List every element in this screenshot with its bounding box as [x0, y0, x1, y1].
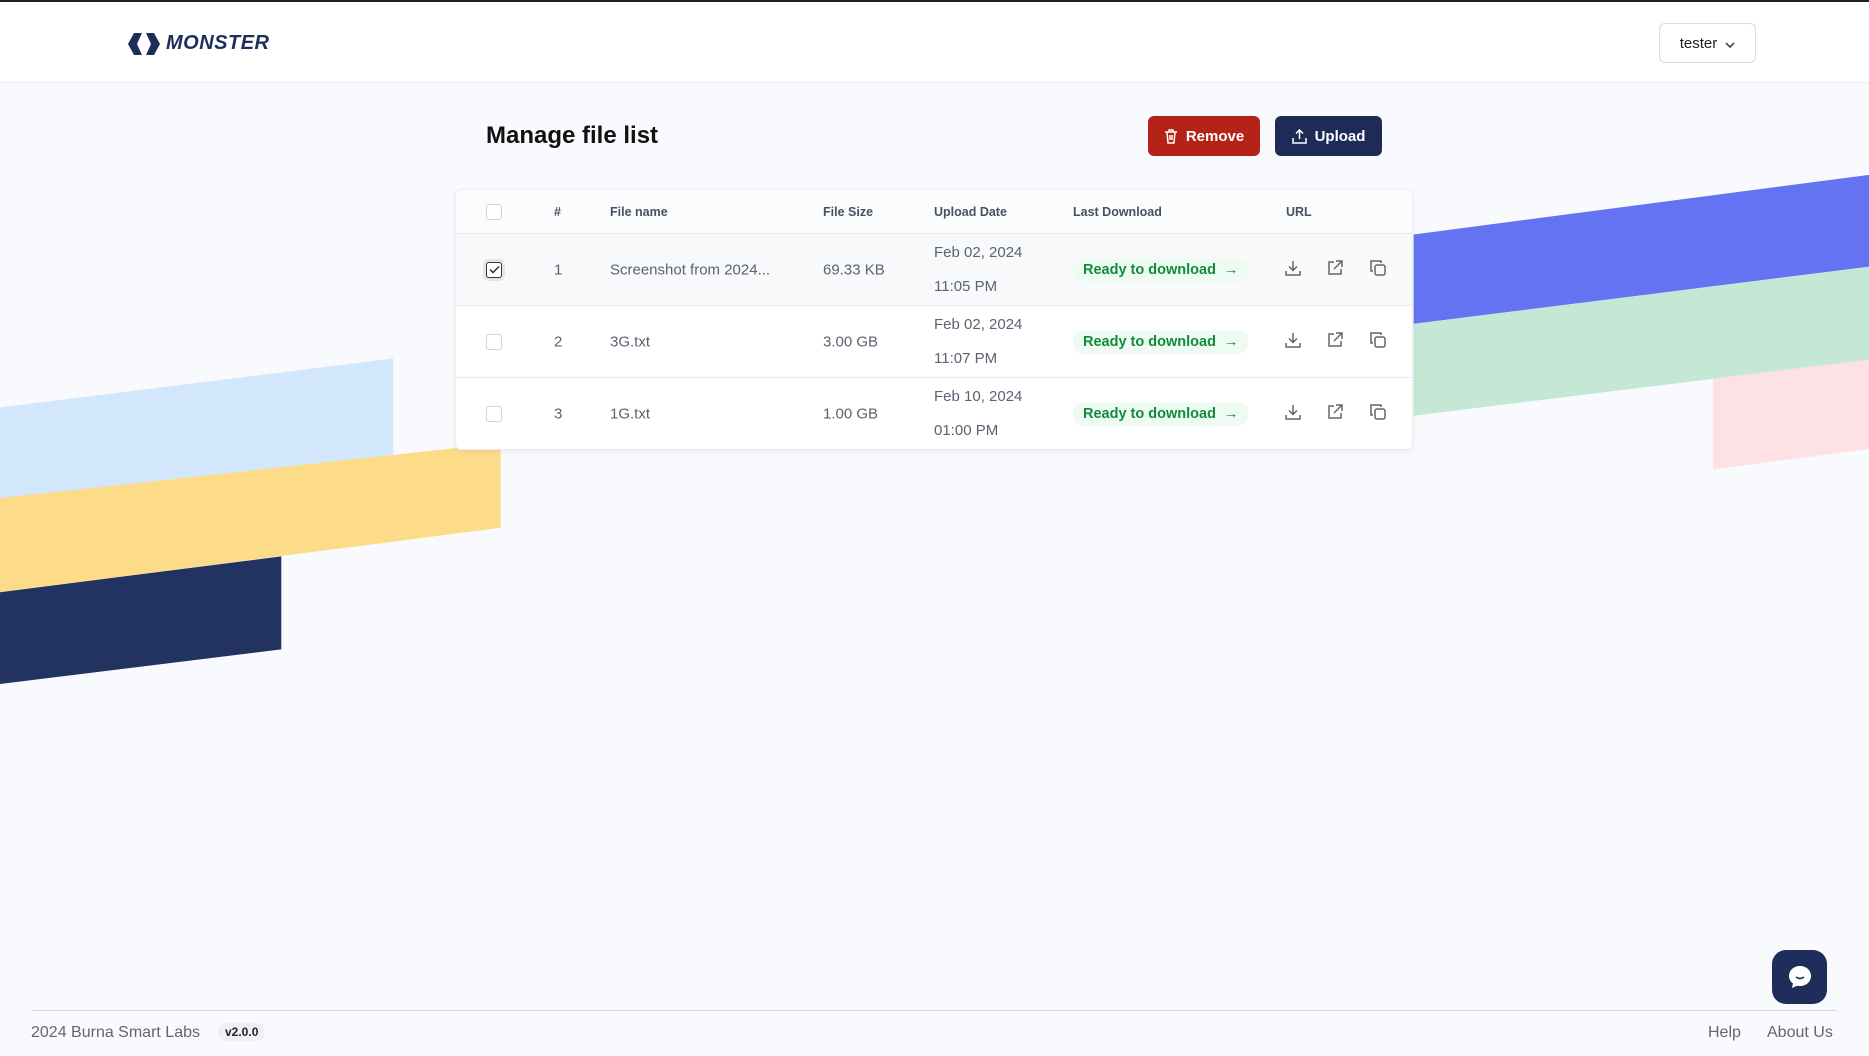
remove-button[interactable]: Remove: [1148, 116, 1260, 156]
table-row: 1 Screenshot from 2024... 69.33 KB Feb 0…: [456, 233, 1412, 305]
status-label: Ready to download: [1083, 333, 1216, 350]
open-external-icon[interactable]: [1326, 331, 1344, 353]
upload-date: Feb 02, 2024 11:05 PM: [934, 236, 1022, 304]
chat-button[interactable]: [1772, 950, 1827, 1004]
copyright: 2024 Burna Smart Labs: [31, 1024, 200, 1041]
table-row: 2 3G.txt 3.00 GB Feb 02, 2024 11:07 PM Re…: [456, 305, 1412, 377]
chevron-down-icon: [1725, 35, 1735, 52]
username: tester: [1679, 34, 1718, 52]
download-status-badge[interactable]: Ready to download →: [1073, 257, 1249, 282]
upload-date-day: Feb 02, 2024: [934, 315, 1023, 333]
header-file-size[interactable]: File Size: [823, 205, 873, 219]
table-row: 3 1G.txt 1.00 GB Feb 10, 2024 01:00 PM Re…: [456, 377, 1412, 449]
row-number: 1: [554, 261, 563, 278]
file-table: # File name File Size Upload Date Last D…: [455, 189, 1413, 450]
top-bar: MONSTER tester: [0, 2, 1869, 83]
brand-logo[interactable]: MONSTER: [128, 32, 270, 55]
user-menu[interactable]: tester: [1659, 23, 1756, 63]
upload-date-time: 11:05 PM: [934, 277, 998, 295]
row-number: 2: [554, 333, 563, 350]
chat-bubble-icon: [1788, 966, 1811, 988]
status-label: Ready to download: [1083, 261, 1216, 278]
brand-name: MONSTER: [166, 32, 270, 54]
upload-date: Feb 02, 2024 11:07 PM: [934, 308, 1022, 376]
upload-date-time: 11:07 PM: [934, 349, 998, 367]
arrow-right-icon: →: [1223, 261, 1239, 278]
row-number: 3: [554, 405, 563, 422]
version-badge: v2.0.0: [218, 1023, 266, 1041]
file-name[interactable]: 3G.txt: [610, 333, 650, 350]
header-last-download: Last Download: [1073, 204, 1162, 219]
help-link[interactable]: Help: [1708, 1024, 1741, 1042]
upload-date: Feb 10, 2024 01:00 PM: [934, 380, 1022, 448]
footer-divider: [31, 1010, 1837, 1011]
file-name[interactable]: 1G.txt: [610, 405, 650, 422]
header-number: #: [554, 204, 561, 219]
remove-label: Remove: [1185, 127, 1245, 145]
row-checkbox[interactable]: [486, 405, 502, 422]
upload-button[interactable]: Upload: [1275, 116, 1382, 156]
row-checkbox[interactable]: [486, 333, 502, 350]
copy-icon[interactable]: [1369, 403, 1387, 425]
copy-icon[interactable]: [1369, 259, 1387, 281]
header-url: URL: [1286, 204, 1312, 219]
download-status-badge[interactable]: Ready to download →: [1073, 401, 1249, 426]
select-all-checkbox[interactable]: [486, 203, 502, 220]
monster-logo-icon: [128, 32, 160, 55]
open-external-icon[interactable]: [1326, 403, 1344, 425]
open-external-icon[interactable]: [1326, 259, 1344, 281]
row-checkbox[interactable]: [486, 261, 502, 278]
copy-icon[interactable]: [1369, 331, 1387, 353]
upload-label: Upload: [1314, 127, 1366, 145]
download-status-badge[interactable]: Ready to download →: [1073, 329, 1249, 354]
download-icon[interactable]: [1284, 259, 1302, 281]
header-file-name[interactable]: File name: [610, 205, 668, 219]
download-icon[interactable]: [1284, 403, 1302, 425]
trash-icon: [1164, 128, 1177, 144]
page-title: Manage file list: [486, 122, 659, 149]
file-name[interactable]: Screenshot from 2024...: [610, 261, 770, 278]
file-size: 1.00 GB: [823, 405, 879, 422]
upload-date-day: Feb 10, 2024: [934, 387, 1023, 405]
about-us-link[interactable]: About Us: [1767, 1024, 1833, 1042]
file-size: 69.33 KB: [823, 261, 885, 278]
upload-date-time: 01:00 PM: [934, 421, 999, 439]
arrow-right-icon: →: [1223, 405, 1239, 422]
upload-icon: [1291, 128, 1307, 144]
download-icon[interactable]: [1284, 331, 1302, 353]
table-header: # File name File Size Upload Date Last D…: [456, 190, 1412, 233]
check-icon: [489, 266, 499, 274]
arrow-right-icon: →: [1223, 333, 1239, 350]
file-size: 3.00 GB: [823, 333, 879, 350]
upload-date-day: Feb 02, 2024: [934, 243, 1023, 261]
header-upload-date[interactable]: Upload Date: [934, 205, 1007, 219]
status-label: Ready to download: [1083, 405, 1216, 422]
decorative-stripes: [0, 174, 1869, 684]
